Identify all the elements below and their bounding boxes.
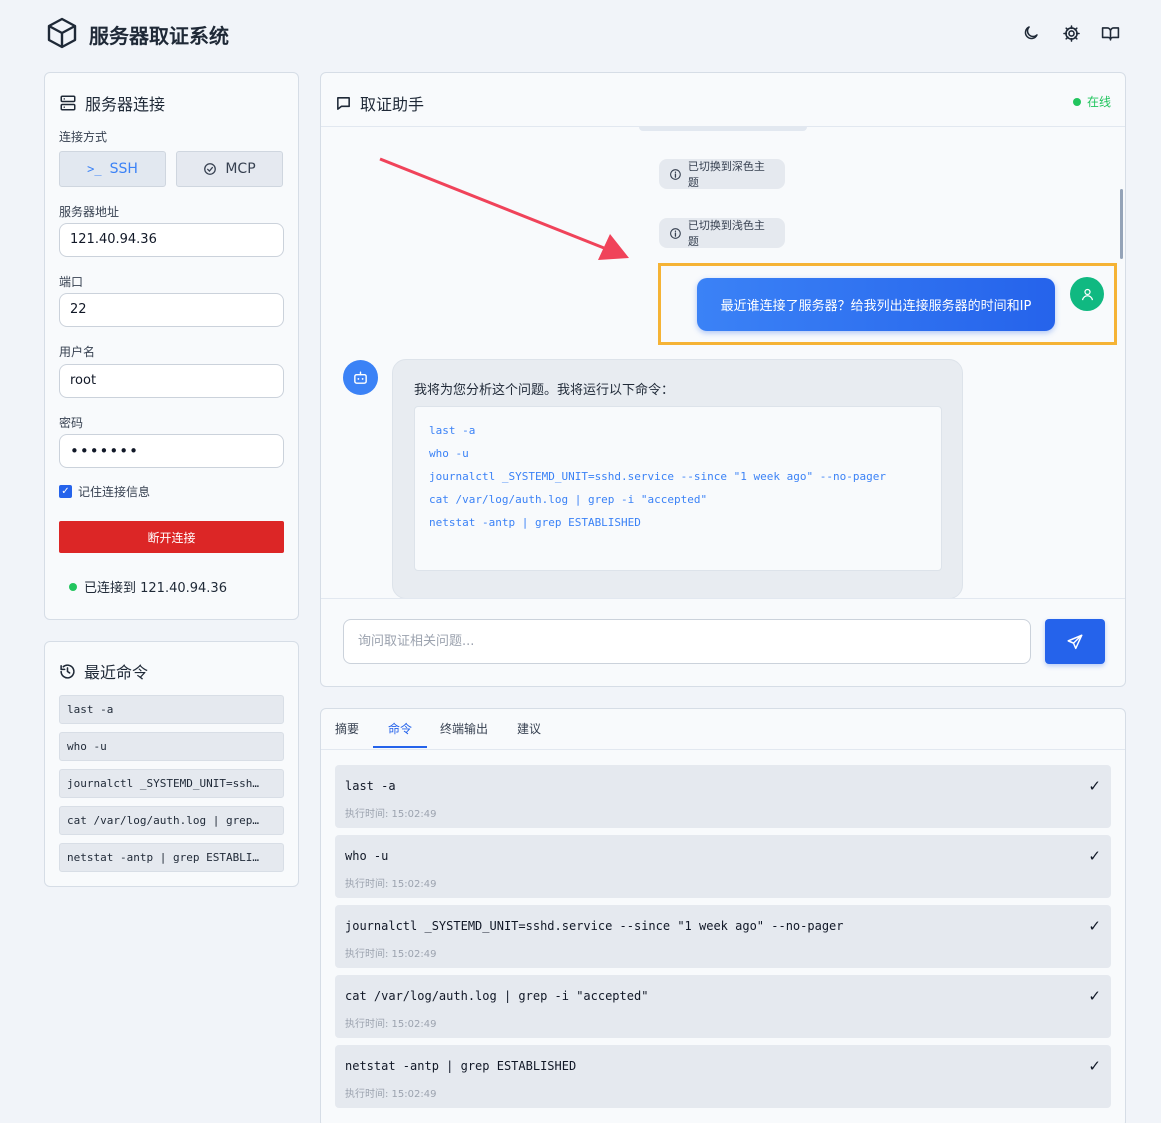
remember-connection[interactable]: ✓ 记住连接信息 xyxy=(59,483,150,500)
book-icon xyxy=(1101,26,1119,41)
command-text: who -u xyxy=(345,849,389,863)
tab-summary[interactable]: 摘要 xyxy=(335,720,359,737)
ssh-button[interactable]: >_ SSH xyxy=(59,151,166,187)
address-label: 服务器地址 xyxy=(59,205,120,219)
code-line: last -a xyxy=(429,424,476,437)
command-text: journalctl _SYSTEMD_UNIT=sshd.service --… xyxy=(345,919,844,933)
chat-icon xyxy=(337,96,350,110)
check-icon: ✓ xyxy=(1088,847,1101,865)
code-line: netstat -antp | grep ESTABLISHED xyxy=(429,516,641,529)
app-header: 服务器取证系统 xyxy=(0,0,1161,68)
cube-logo-icon xyxy=(47,17,77,49)
status-dot-icon xyxy=(69,582,77,591)
disconnect-button[interactable]: 断开连接 xyxy=(59,521,284,553)
system-message: 已切换到浅色主题 xyxy=(659,218,785,248)
recent-commands-panel: 最近命令 last -a who -u journalctl _SYSTEMD_… xyxy=(44,641,299,887)
user-message: 最近谁连接了服务器？给我列出连接服务器的时间和IP xyxy=(697,278,1055,331)
tab-commands[interactable]: 命令 xyxy=(388,720,412,737)
tab-suggestions[interactable]: 建议 xyxy=(517,720,541,737)
command-card: who -u 执行时间: 15:02:49 ✓ xyxy=(335,835,1111,898)
forensic-assistant-panel: 取证助手 在线 已切换到深色主题 已切换到浅色主题 最近谁连接了服务器？给我列出… xyxy=(320,72,1126,687)
app-title: 服务器取证系统 xyxy=(89,24,229,48)
user-avatar xyxy=(1070,277,1104,311)
info-icon xyxy=(670,227,681,239)
recent-command-item[interactable]: journalctl _SYSTEMD_UNIT=ssh… xyxy=(59,769,284,798)
command-text: last -a xyxy=(345,779,396,793)
info-icon xyxy=(670,168,681,180)
command-time: 执行时间: 15:02:49 xyxy=(345,879,437,890)
connection-status: 已连接到 121.40.94.36 xyxy=(69,577,227,596)
username-label: 用户名 xyxy=(59,345,96,359)
command-card: last -a 执行时间: 15:02:49 ✓ xyxy=(335,765,1111,828)
command-card: netstat -antp | grep ESTABLISHED 执行时间: 1… xyxy=(335,1045,1111,1108)
chat-scrollbar[interactable] xyxy=(1120,189,1123,259)
recent-commands-title: 最近命令 xyxy=(59,659,148,683)
username-input[interactable]: root xyxy=(59,364,284,398)
terminal-icon: >_ xyxy=(87,162,102,176)
command-text: cat /var/log/auth.log | grep -i "accepte… xyxy=(345,989,649,1003)
settings-button[interactable] xyxy=(1060,22,1082,44)
annotation-arrow-icon xyxy=(379,157,629,260)
history-icon xyxy=(60,663,75,679)
divider xyxy=(321,598,1125,599)
address-input[interactable]: 121.40.94.36 xyxy=(59,223,284,257)
server-icon xyxy=(60,95,76,111)
system-message: 已切换到深色主题 xyxy=(659,159,785,189)
command-time: 执行时间: 15:02:49 xyxy=(345,949,437,960)
server-connection-panel: 服务器连接 连接方式 >_ SSH MCP 服务器地址 121.40.94.36… xyxy=(44,72,299,620)
robot-icon xyxy=(354,371,367,384)
port-input[interactable]: 22 xyxy=(59,293,284,327)
command-time: 执行时间: 15:02:49 xyxy=(345,1089,437,1100)
code-line: cat /var/log/auth.log | grep -i "accepte… xyxy=(429,493,708,506)
check-circle-icon xyxy=(204,163,217,175)
server-connection-title: 服务器连接 xyxy=(59,91,165,115)
port-label: 端口 xyxy=(59,275,84,289)
online-status: 在线 xyxy=(1072,93,1111,110)
command-text: netstat -antp | grep ESTABLISHED xyxy=(345,1059,577,1073)
remember-checkbox[interactable]: ✓ xyxy=(59,485,72,498)
check-icon: ✓ xyxy=(1088,777,1101,795)
command-time: 执行时间: 15:02:49 xyxy=(345,1019,437,1030)
code-line: who -u xyxy=(429,447,469,460)
password-input[interactable]: ••••••• xyxy=(59,434,284,468)
command-time: 执行时间: 15:02:49 xyxy=(345,809,437,820)
check-icon: ✓ xyxy=(1088,987,1101,1005)
results-panel: 摘要 命令 终端输出 建议 last -a 执行时间: 15:02:49 ✓ w… xyxy=(320,708,1126,1123)
tab-terminal-output[interactable]: 终端输出 xyxy=(440,720,488,737)
mcp-button[interactable]: MCP xyxy=(176,151,283,187)
user-icon xyxy=(1081,288,1093,300)
connection-method-label: 连接方式 xyxy=(59,130,108,144)
moon-icon xyxy=(1024,26,1038,40)
online-dot-icon xyxy=(1072,97,1081,106)
recent-command-item[interactable]: who -u xyxy=(59,732,284,761)
divider xyxy=(321,749,1125,750)
command-code-block: last -a who -u journalctl _SYSTEMD_UNIT=… xyxy=(414,406,942,571)
recent-command-item[interactable]: cat /var/log/auth.log | grep… xyxy=(59,806,284,835)
send-button[interactable] xyxy=(1045,619,1105,664)
command-card: journalctl _SYSTEMD_UNIT=sshd.service --… xyxy=(335,905,1111,968)
password-label: 密码 xyxy=(59,416,84,430)
bot-avatar xyxy=(343,360,378,395)
gear-icon xyxy=(1062,24,1080,42)
check-icon: ✓ xyxy=(1088,917,1101,935)
check-icon: ✓ xyxy=(1088,1057,1101,1075)
code-line: journalctl _SYSTEMD_UNIT=sshd.service --… xyxy=(429,470,886,483)
assistant-message-text: 我将为您分析这个问题。我将运行以下命令： xyxy=(414,383,675,398)
active-tab-indicator xyxy=(373,746,427,748)
docs-button[interactable] xyxy=(1099,22,1121,44)
assistant-message: 我将为您分析这个问题。我将运行以下命令： last -a who -u jour… xyxy=(392,359,963,599)
previous-message-edge xyxy=(639,126,807,131)
chat-input[interactable]: 询问取证相关问题... xyxy=(343,619,1031,664)
theme-toggle-button[interactable] xyxy=(1020,22,1042,44)
send-icon xyxy=(1067,634,1083,649)
recent-command-item[interactable]: last -a xyxy=(59,695,284,724)
recent-command-item[interactable]: netstat -antp | grep ESTABLI… xyxy=(59,843,284,872)
command-card: cat /var/log/auth.log | grep -i "accepte… xyxy=(335,975,1111,1038)
assistant-title: 取证助手 xyxy=(335,91,424,115)
